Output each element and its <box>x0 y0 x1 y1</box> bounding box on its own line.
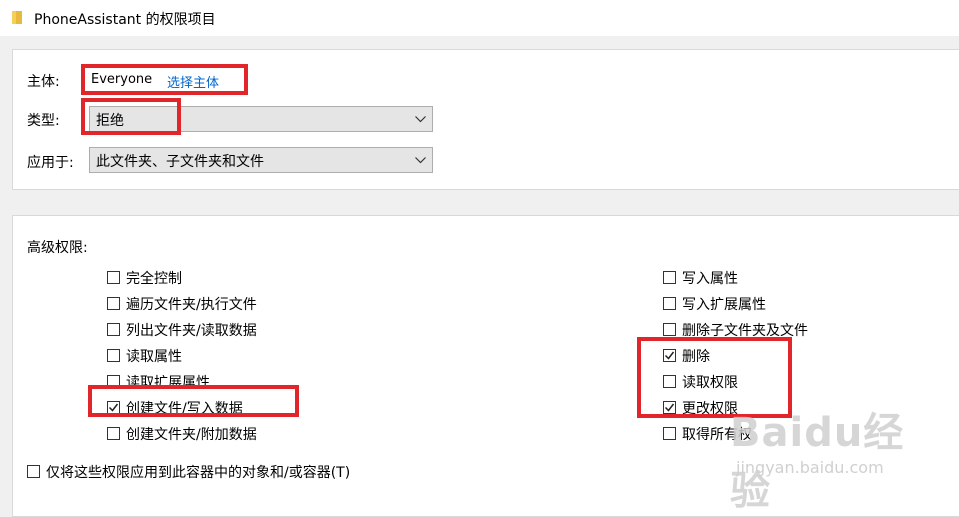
permission-label: 列出文件夹/读取数据 <box>126 323 257 339</box>
baidu-url: jingyan.baidu.com <box>736 458 884 477</box>
principal-label: 主体: <box>27 74 60 90</box>
window-title: PhoneAssistant 的权限项目 <box>34 12 216 28</box>
permission-row[interactable]: 遍历文件夹/执行文件 <box>107 294 307 314</box>
permission-label: 读取属性 <box>126 349 182 365</box>
permission-label: 创建文件夹/附加数据 <box>126 427 257 443</box>
permission-row[interactable]: 读取属性 <box>107 346 307 366</box>
permission-checkbox[interactable] <box>107 427 120 440</box>
permission-label: 写入扩展属性 <box>682 297 766 313</box>
permission-label: 写入属性 <box>682 271 738 287</box>
apply-only-checkbox-row[interactable]: 仅将这些权限应用到此容器中的对象和/或容器(T) <box>27 462 407 482</box>
permission-row[interactable]: 完全控制 <box>107 268 307 288</box>
permission-row[interactable]: 列出文件夹/读取数据 <box>107 320 307 340</box>
baidu-watermark: Baidu经验 jingyan.baidu.com <box>730 400 940 514</box>
permission-label: 遍历文件夹/执行文件 <box>126 297 257 313</box>
permission-checkbox[interactable] <box>107 297 120 310</box>
permission-checkbox[interactable] <box>107 349 120 362</box>
create-files-highlight-box <box>88 385 299 417</box>
permission-row[interactable]: 写入扩展属性 <box>663 294 863 314</box>
permission-checkbox[interactable] <box>107 271 120 284</box>
chevron-down-icon <box>415 157 426 164</box>
permission-label: 完全控制 <box>126 271 182 287</box>
permission-checkbox[interactable] <box>663 297 676 310</box>
permission-row[interactable]: 写入属性 <box>663 268 863 288</box>
apply-only-checkbox[interactable] <box>27 465 40 478</box>
applies-to-dropdown-value: 此文件夹、子文件夹和文件 <box>96 154 264 170</box>
type-label: 类型: <box>27 113 60 129</box>
permission-checkbox[interactable] <box>663 271 676 284</box>
applies-to-dropdown[interactable]: 此文件夹、子文件夹和文件 <box>89 147 433 173</box>
applies-to-label: 应用于: <box>27 155 74 171</box>
type-highlight-box <box>81 98 181 135</box>
apply-only-label: 仅将这些权限应用到此容器中的对象和/或容器(T) <box>46 465 351 481</box>
permission-checkbox[interactable] <box>663 427 676 440</box>
advanced-permissions-heading: 高级权限: <box>27 240 88 256</box>
permission-row[interactable]: 创建文件夹/附加数据 <box>107 424 307 444</box>
permission-checkbox[interactable] <box>663 323 676 336</box>
permission-checkbox[interactable] <box>107 323 120 336</box>
title-bar: PhoneAssistant 的权限项目 <box>0 0 959 36</box>
chevron-down-icon <box>415 116 426 123</box>
principal-highlight-box <box>81 64 248 95</box>
folder-icon <box>12 11 22 24</box>
